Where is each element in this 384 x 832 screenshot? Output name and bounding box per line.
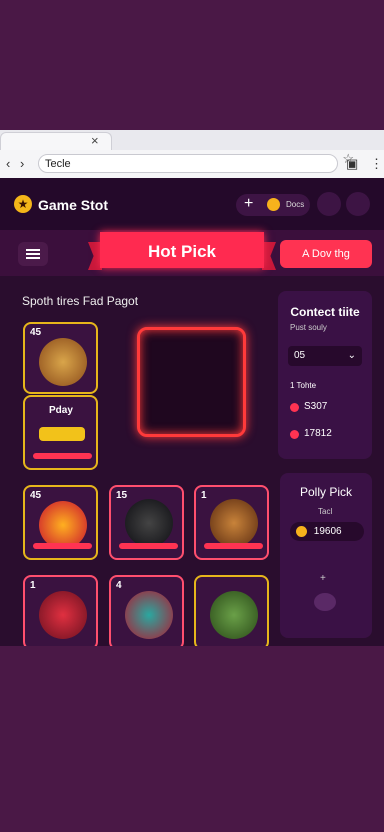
- game-card[interactable]: 15: [109, 485, 184, 560]
- poll-sub: Tacl: [318, 507, 333, 516]
- progress-bar: [33, 543, 92, 549]
- goblin-icon: [210, 591, 258, 639]
- hero-banner: Hot Pick A Dov thg: [0, 230, 384, 276]
- hot-pick-ribbon: Hot Pick: [100, 232, 264, 268]
- contest-title: Contect tiite: [290, 305, 360, 319]
- star-icon[interactable]: ☆: [342, 151, 354, 167]
- footer-area: [0, 646, 384, 832]
- contest-panel: Contect tiite Pust souly 05 ⌄ 1 Tohte S3…: [278, 291, 372, 459]
- browser-tab[interactable]: ×: [0, 132, 112, 151]
- contest-subtitle: Pust souly: [290, 323, 327, 332]
- coin-icon: [267, 198, 280, 211]
- wallet-balance: Docs: [286, 200, 305, 209]
- masked-hero-icon: [39, 591, 87, 639]
- plus-icon[interactable]: +: [320, 573, 326, 584]
- chevron-down-icon: ⌄: [347, 350, 356, 361]
- ticket-icon: [39, 427, 85, 441]
- game-card[interactable]: [194, 575, 269, 646]
- coin-icon: [296, 525, 307, 537]
- ribbon-tail-right: [262, 242, 276, 270]
- url-input[interactable]: Tecle: [38, 154, 338, 173]
- wallet-pill[interactable]: + Docs: [236, 194, 310, 216]
- game-card[interactable]: 1: [194, 485, 269, 560]
- cta-button[interactable]: A Dov thg: [280, 240, 372, 268]
- address-bar: ‹ › Tecle ▣ ☆ ⋮: [0, 150, 384, 179]
- poll-value-pill[interactable]: 19606: [290, 522, 364, 541]
- status-dot: [290, 403, 299, 412]
- game-card[interactable]: 45: [23, 322, 98, 394]
- contest-select[interactable]: 05 ⌄: [288, 346, 362, 366]
- progress-bar: [119, 543, 178, 549]
- contest-value: 17812: [304, 428, 332, 439]
- neon-frame[interactable]: [137, 327, 246, 437]
- progress-bar: [33, 453, 92, 459]
- menu-button[interactable]: [18, 242, 48, 266]
- profile-icon[interactable]: [317, 192, 341, 216]
- poll-title: Polly Pick: [299, 485, 352, 499]
- game-card[interactable]: 4: [109, 575, 184, 646]
- tab-close-icon[interactable]: ×: [91, 133, 99, 148]
- stats-icon[interactable]: [346, 192, 370, 216]
- forward-icon[interactable]: ›: [20, 156, 24, 171]
- progress-bar: [204, 543, 263, 549]
- contest-value: S307: [304, 401, 328, 412]
- menu-dots-icon[interactable]: ⋮: [370, 156, 383, 172]
- eight-ball-icon: [125, 499, 173, 547]
- hot-pick-title: Hot Pick: [147, 242, 217, 261]
- back-icon[interactable]: ‹: [6, 156, 10, 171]
- barrel-icon: [210, 499, 258, 547]
- browser-chrome: × ‹ › Tecle ▣ ☆ ⋮: [0, 130, 384, 179]
- mask-icon: [39, 338, 87, 386]
- game-card[interactable]: 1: [23, 575, 98, 646]
- game-card[interactable]: 45: [23, 485, 98, 560]
- game-app: ★ Game Stot + Docs Hot Pick A Dov thg Sp…: [0, 178, 384, 646]
- game-card-play[interactable]: Pday: [23, 395, 98, 470]
- contest-row-label: 1 Tohte: [290, 381, 317, 390]
- poll-panel: Polly Pick Tacl 19606 +: [280, 473, 372, 638]
- status-dot: [290, 430, 299, 439]
- star-medal-icon: [39, 501, 87, 549]
- add-funds-icon[interactable]: +: [244, 195, 253, 213]
- logo-icon: ★: [14, 195, 32, 213]
- section-title: Spoth tires Fad Pagot: [22, 294, 139, 308]
- lantern-icon: [125, 591, 173, 639]
- heart-icon[interactable]: [314, 593, 336, 611]
- brand-title: Game Stot: [38, 197, 109, 213]
